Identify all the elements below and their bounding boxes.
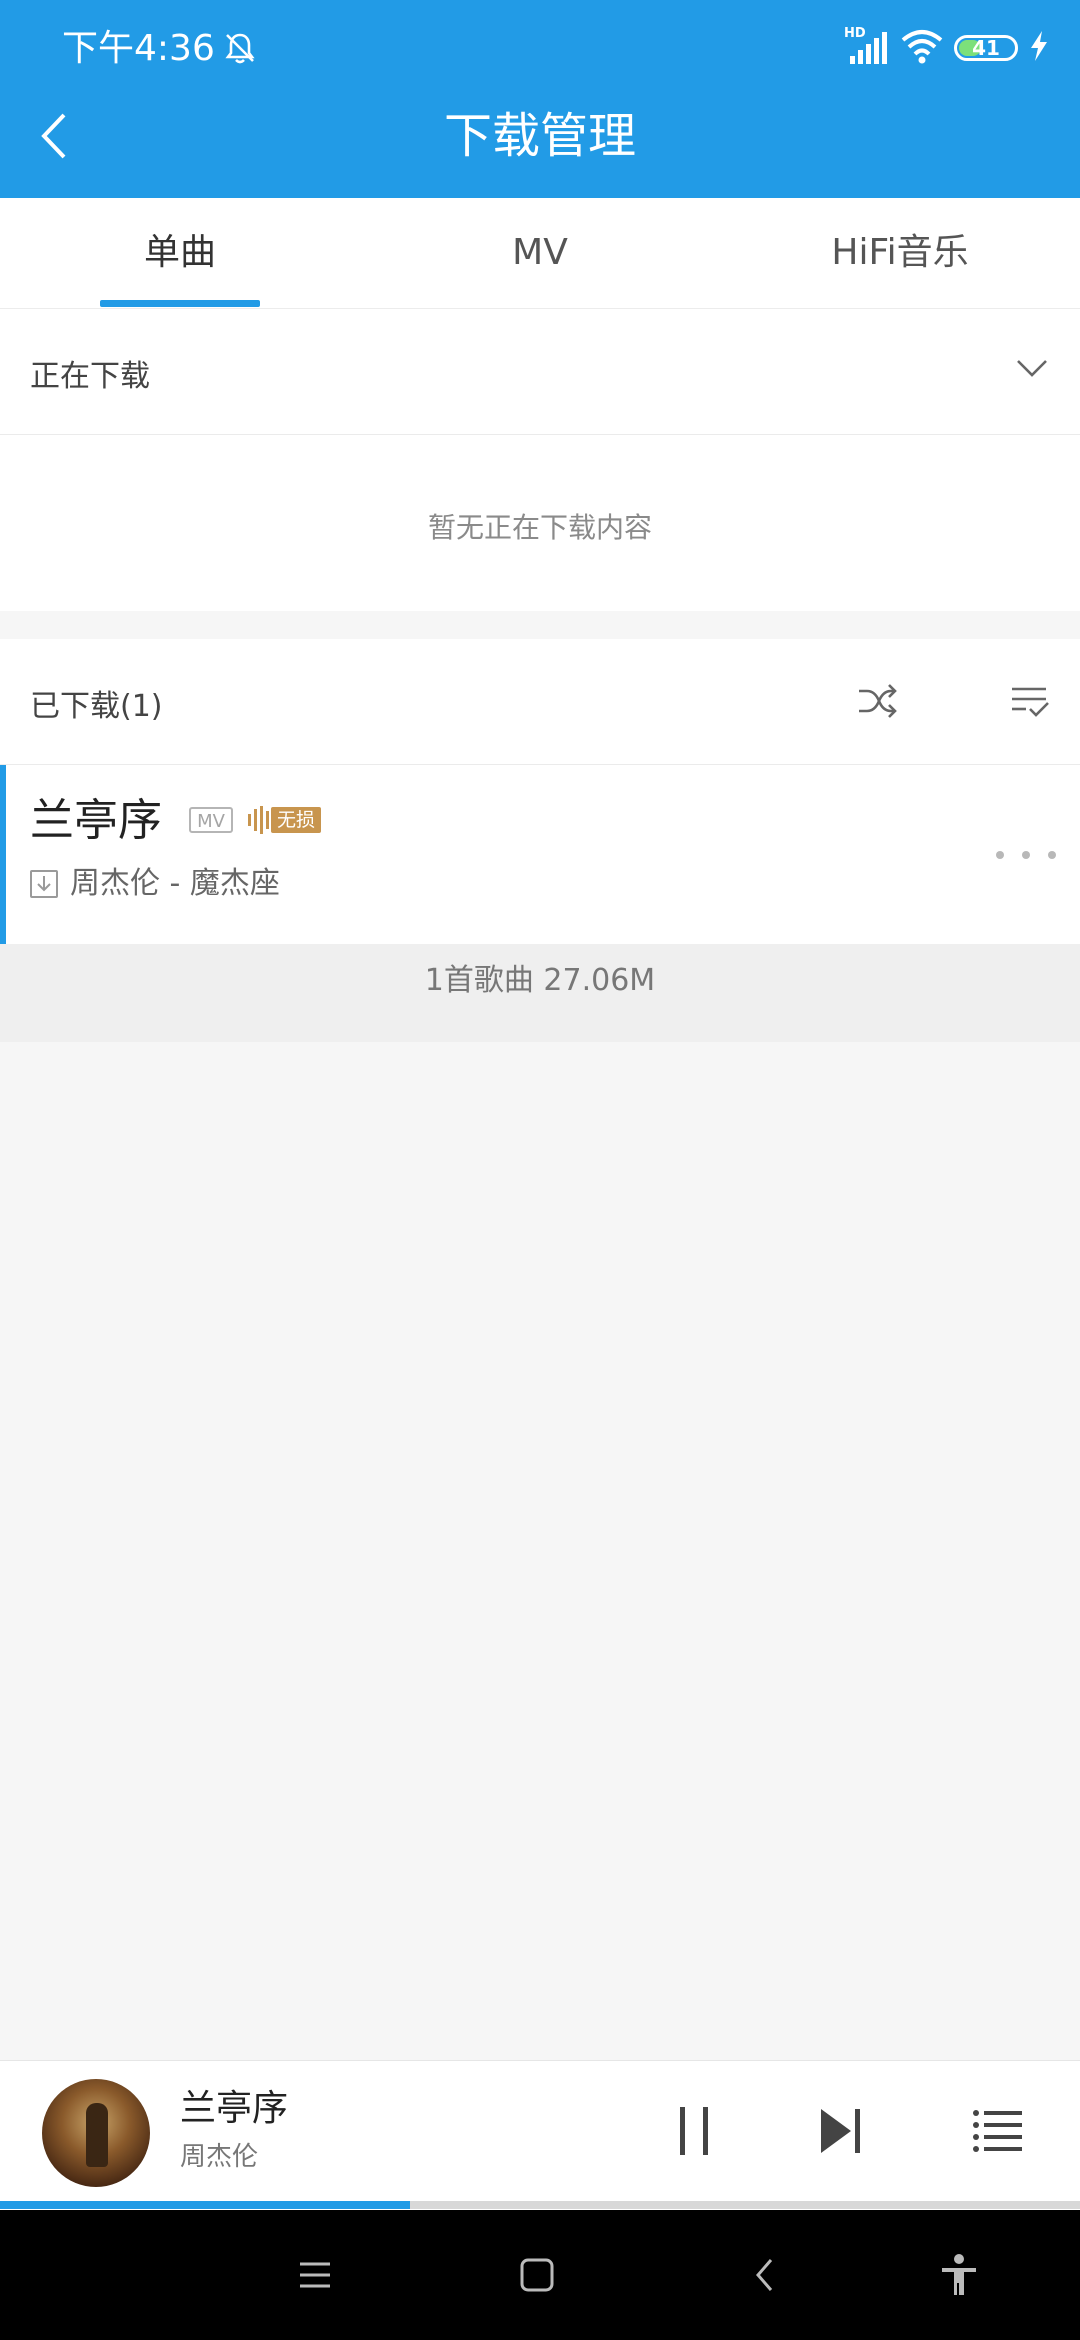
system-nav-bar [0,2210,1080,2340]
lossless-icon [248,806,269,834]
lossless-label: 无损 [271,807,322,833]
sort-check-icon[interactable] [1008,679,1052,727]
player-title: 兰亭序 [180,2088,289,2129]
player-artist: 周杰伦 [180,2142,259,2172]
download-icon [30,870,58,898]
tab-bar: 单曲 MV HiFi音乐 [0,198,1080,309]
mv-badge[interactable]: MV [189,807,233,833]
downloading-header[interactable]: 正在下载 [0,309,1080,434]
dnd-bell-icon [222,30,258,70]
tab-hifi[interactable]: HiFi音乐 [720,198,1080,308]
pause-button[interactable] [654,2091,734,2171]
shuffle-icon[interactable] [855,679,899,727]
more-icon[interactable] [996,835,1056,875]
downloaded-header: 已下载(1) [0,639,1080,764]
battery-level: 41 [972,36,1000,60]
battery-icon: 41 [954,35,1018,61]
downloaded-label: 已下载(1) [30,689,163,724]
downloading-label: 正在下载 [30,359,150,394]
tab-single[interactable]: 单曲 [0,198,360,308]
accessibility-icon[interactable] [924,2240,994,2310]
song-row[interactable]: 兰亭序 MV 无损 周杰伦 - 魔杰座 [0,765,1080,944]
playlist-button[interactable] [958,2091,1038,2171]
active-tab-indicator [100,300,260,307]
signal-icon: HD [844,26,890,66]
album-cover[interactable] [42,2079,150,2187]
playlist-icon [973,2110,1022,2152]
status-icons: HD 41 [844,26,1050,70]
page-title: 下载管理 [443,108,636,164]
lossless-badge: 无损 [248,805,322,835]
playback-progress-fill [0,2201,411,2209]
pause-icon [680,2107,708,2155]
downloading-empty-area: 暂无正在下载内容 [0,435,1080,611]
home-icon[interactable] [502,2240,572,2310]
songs-summary: 1首歌曲 27.06M [0,944,1080,1042]
chevron-down-icon[interactable] [1014,351,1050,391]
song-subtitle: 周杰伦 - 魔杰座 [70,866,280,901]
song-title: 兰亭序 [30,795,162,846]
tab-mv[interactable]: MV [360,198,720,308]
menu-icon[interactable] [280,2240,350,2310]
status-time: 下午4:36 [62,28,215,69]
next-icon [821,2109,860,2153]
charging-icon [1028,30,1050,66]
empty-message: 暂无正在下载内容 [427,511,652,544]
playing-marker [0,765,6,944]
playback-progress[interactable] [0,2201,1080,2209]
back-icon[interactable] [730,2240,800,2310]
mini-player[interactable]: 兰亭序 周杰伦 [0,2060,1080,2211]
next-button[interactable] [801,2091,881,2171]
wifi-icon [900,28,944,68]
